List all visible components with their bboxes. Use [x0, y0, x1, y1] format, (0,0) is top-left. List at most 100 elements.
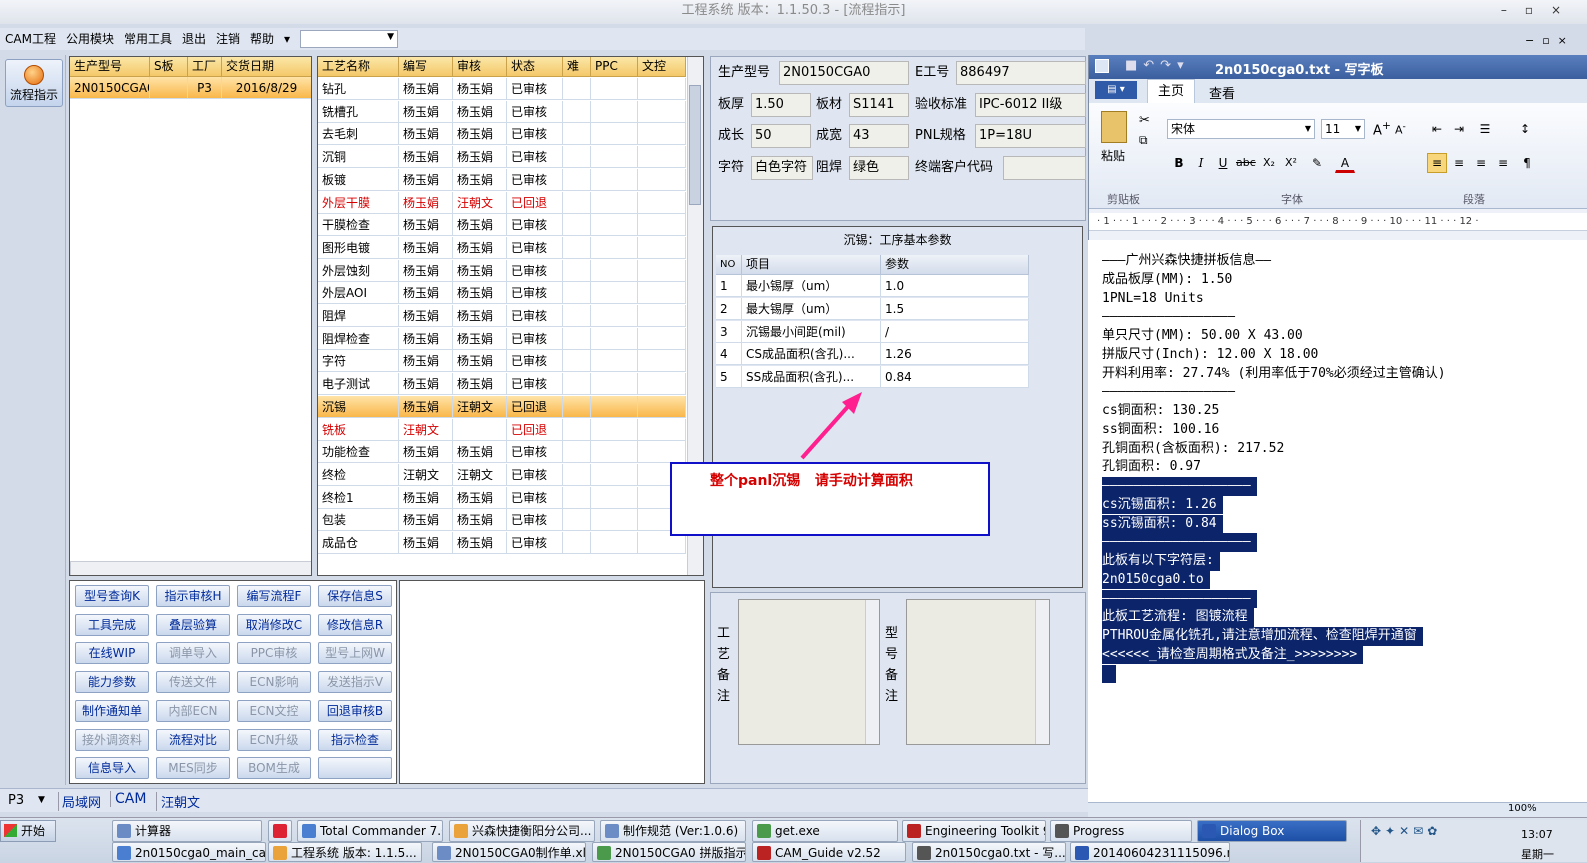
width-field[interactable]: 43 [849, 124, 909, 148]
action-button[interactable]: 流程对比 [156, 728, 230, 751]
paste-label[interactable]: 粘贴 [1101, 147, 1125, 164]
taskbar-button[interactable]: Progress [1050, 820, 1192, 842]
table-cell[interactable] [563, 236, 591, 259]
table-cell[interactable]: 沉锡 [318, 395, 399, 418]
table-cell[interactable] [563, 78, 591, 100]
menu-item-0[interactable]: CAM工程 [0, 28, 61, 50]
table-cell[interactable]: 已审核 [507, 441, 563, 464]
table-cell[interactable]: 杨玉娟 [453, 214, 507, 237]
table-cell[interactable] [591, 418, 638, 441]
table-cell[interactable] [563, 441, 591, 464]
column-header[interactable]: 工艺名称 [318, 57, 399, 77]
superscript-icon[interactable]: X² [1281, 153, 1301, 173]
table-cell[interactable] [563, 395, 591, 418]
bold-icon[interactable]: B [1169, 153, 1189, 173]
table-cell[interactable]: 4 [716, 343, 742, 366]
table-cell[interactable]: 杨玉娟 [399, 78, 453, 100]
taskbar-button[interactable]: 计算器 [112, 820, 262, 842]
taskbar-button[interactable]: 2N0150CGA0制作单.xls... [432, 842, 586, 862]
table-cell[interactable] [591, 146, 638, 169]
flow-indicator-button[interactable]: 流程指示 [5, 59, 63, 107]
horizontal-scrollbar[interactable] [70, 561, 311, 575]
scrollbar-thumb[interactable] [689, 85, 701, 205]
scrollbar[interactable] [1035, 600, 1049, 744]
table-cell[interactable]: 已审核 [507, 146, 563, 169]
table-cell[interactable]: 已审核 [507, 327, 563, 350]
table-cell[interactable]: 杨玉娟 [399, 327, 453, 350]
table-cell[interactable]: 图形电镀 [318, 236, 399, 259]
table-cell[interactable]: 杨玉娟 [399, 146, 453, 169]
font-color-icon[interactable]: A [1335, 153, 1355, 173]
table-cell[interactable] [591, 327, 638, 350]
table-cell[interactable] [563, 123, 591, 146]
table-cell[interactable]: 包装 [318, 509, 399, 532]
table-cell[interactable]: 杨玉娟 [399, 441, 453, 464]
column-header[interactable]: NO [716, 255, 742, 275]
table-cell[interactable] [638, 373, 686, 396]
table-cell[interactable] [638, 282, 686, 305]
chevron-down-icon[interactable]: ▾ [279, 28, 295, 50]
table-cell[interactable]: 电子测试 [318, 373, 399, 396]
grow-font-icon[interactable]: A+ [1373, 119, 1391, 138]
italic-icon[interactable]: I [1191, 153, 1211, 173]
table-cell[interactable]: 阻焊 [318, 305, 399, 327]
action-button[interactable]: 调单导入 [156, 642, 230, 665]
table-cell[interactable]: 干膜检查 [318, 214, 399, 237]
table-cell[interactable] [591, 123, 638, 146]
table-cell[interactable] [563, 509, 591, 532]
table-cell[interactable]: 汪朝文 [453, 463, 507, 486]
action-button[interactable]: 保存信息S [318, 585, 392, 607]
table-cell[interactable]: 终检 [318, 463, 399, 486]
column-header[interactable]: 项目 [742, 255, 881, 275]
column-header[interactable]: 编写 [399, 57, 453, 77]
action-button[interactable]: 内部ECN [156, 699, 230, 722]
table-cell[interactable] [638, 395, 686, 418]
table-cell[interactable] [563, 418, 591, 441]
char-field[interactable]: 白色字符 [751, 156, 813, 180]
table-cell[interactable] [591, 305, 638, 327]
table-cell[interactable]: 杨玉娟 [453, 236, 507, 259]
table-cell[interactable] [591, 168, 638, 191]
table-cell[interactable]: 杨玉娟 [399, 123, 453, 146]
table-cell[interactable]: 1.26 [881, 343, 1029, 366]
taskbar-button[interactable]: get.exe [752, 820, 898, 842]
menu-item-4[interactable]: 注销 [211, 28, 245, 50]
table-cell[interactable] [638, 168, 686, 191]
align-left-icon[interactable]: ≡ [1427, 153, 1447, 173]
action-button[interactable]: 制作通知单 [75, 699, 149, 722]
table-cell[interactable] [638, 350, 686, 373]
underline-icon[interactable]: U [1213, 153, 1233, 173]
table-cell[interactable] [591, 236, 638, 259]
paste-icon[interactable] [1101, 111, 1127, 143]
action-button[interactable]: 指示检查 [318, 728, 392, 751]
table-cell[interactable]: 外层干膜 [318, 191, 399, 214]
table-cell[interactable]: 1 [716, 275, 742, 297]
table-cell[interactable]: / [881, 320, 1029, 343]
table-cell[interactable]: 杨玉娟 [399, 259, 453, 282]
table-cell[interactable]: CS成品面积(含孔)... [742, 343, 881, 366]
table-cell[interactable]: 去毛刺 [318, 123, 399, 146]
table-cell[interactable]: 已审核 [507, 168, 563, 191]
action-button[interactable]: MES同步 [156, 757, 230, 780]
length-field[interactable]: 50 [751, 124, 811, 148]
table-cell[interactable]: 已审核 [507, 532, 563, 554]
table-cell[interactable]: 已审核 [507, 259, 563, 282]
menu-item-2[interactable]: 常用工具 [119, 28, 177, 50]
table-cell[interactable]: 杨玉娟 [453, 441, 507, 464]
table-cell[interactable] [591, 259, 638, 282]
table-cell[interactable]: 已回退 [507, 191, 563, 214]
column-header[interactable]: PPC [591, 57, 638, 77]
table-cell[interactable]: 阻焊检查 [318, 327, 399, 350]
mask-field[interactable]: 绿色 [849, 156, 909, 180]
action-button[interactable]: 型号上网W [318, 642, 392, 665]
table-cell[interactable] [638, 259, 686, 282]
table-cell[interactable]: 2 [716, 297, 742, 320]
table-cell[interactable]: SS成品面积(含孔)... [742, 366, 881, 389]
column-header[interactable]: 交货日期 [222, 57, 311, 77]
table-cell[interactable] [563, 350, 591, 373]
table-cell[interactable]: 沉锡最小间距(mil) [742, 320, 881, 343]
table-cell[interactable] [591, 282, 638, 305]
status-factory[interactable]: P3 [8, 793, 24, 808]
table-cell[interactable] [591, 463, 638, 486]
e-number-field[interactable]: 886497 [956, 61, 1086, 85]
